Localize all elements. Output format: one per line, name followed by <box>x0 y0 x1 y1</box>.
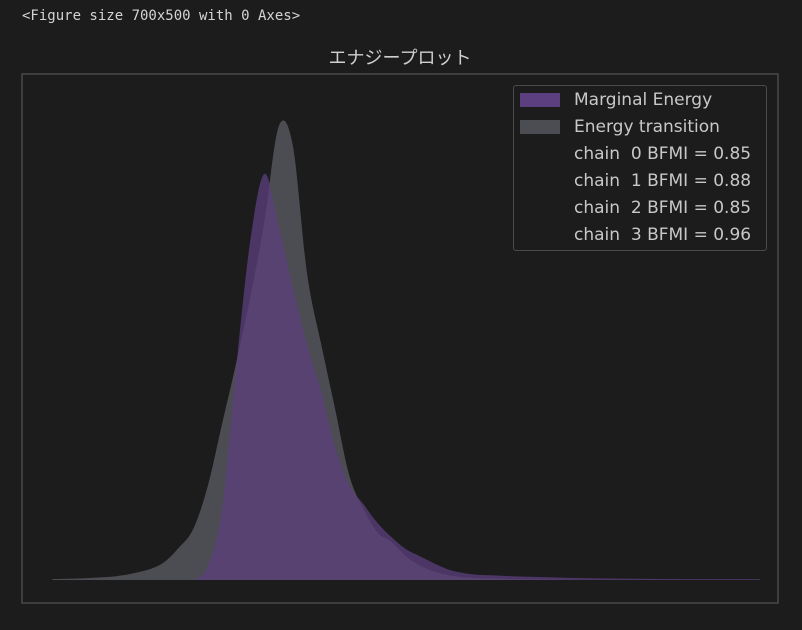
legend-item-energy-transition: Energy transition <box>520 116 720 138</box>
legend-swatch-empty <box>520 147 560 161</box>
legend-item-chain-2: chain 2 BFMI = 0.85 <box>520 197 751 219</box>
legend-label: chain 0 BFMI = 0.85 <box>574 144 752 164</box>
legend-label: chain 1 BFMI = 0.88 <box>574 171 752 191</box>
legend-swatch-energy-transition <box>520 120 560 134</box>
legend-item-chain-1: chain 1 BFMI = 0.88 <box>520 170 751 192</box>
legend-item-marginal-energy: Marginal Energy <box>520 89 712 111</box>
legend: Marginal Energy Energy transition chain … <box>513 85 767 251</box>
legend-swatch-empty <box>520 228 560 242</box>
legend-item-chain-3: chain 3 BFMI = 0.96 <box>520 224 751 246</box>
legend-item-chain-0: chain 0 BFMI = 0.85 <box>520 143 751 165</box>
legend-label: chain 2 BFMI = 0.85 <box>574 198 752 218</box>
legend-label: Marginal Energy <box>574 90 713 110</box>
legend-swatch-marginal-energy <box>520 93 560 107</box>
legend-label: Energy transition <box>574 117 720 137</box>
legend-swatch-empty <box>520 201 560 215</box>
legend-swatch-empty <box>520 174 560 188</box>
legend-label: chain 3 BFMI = 0.96 <box>574 225 752 245</box>
